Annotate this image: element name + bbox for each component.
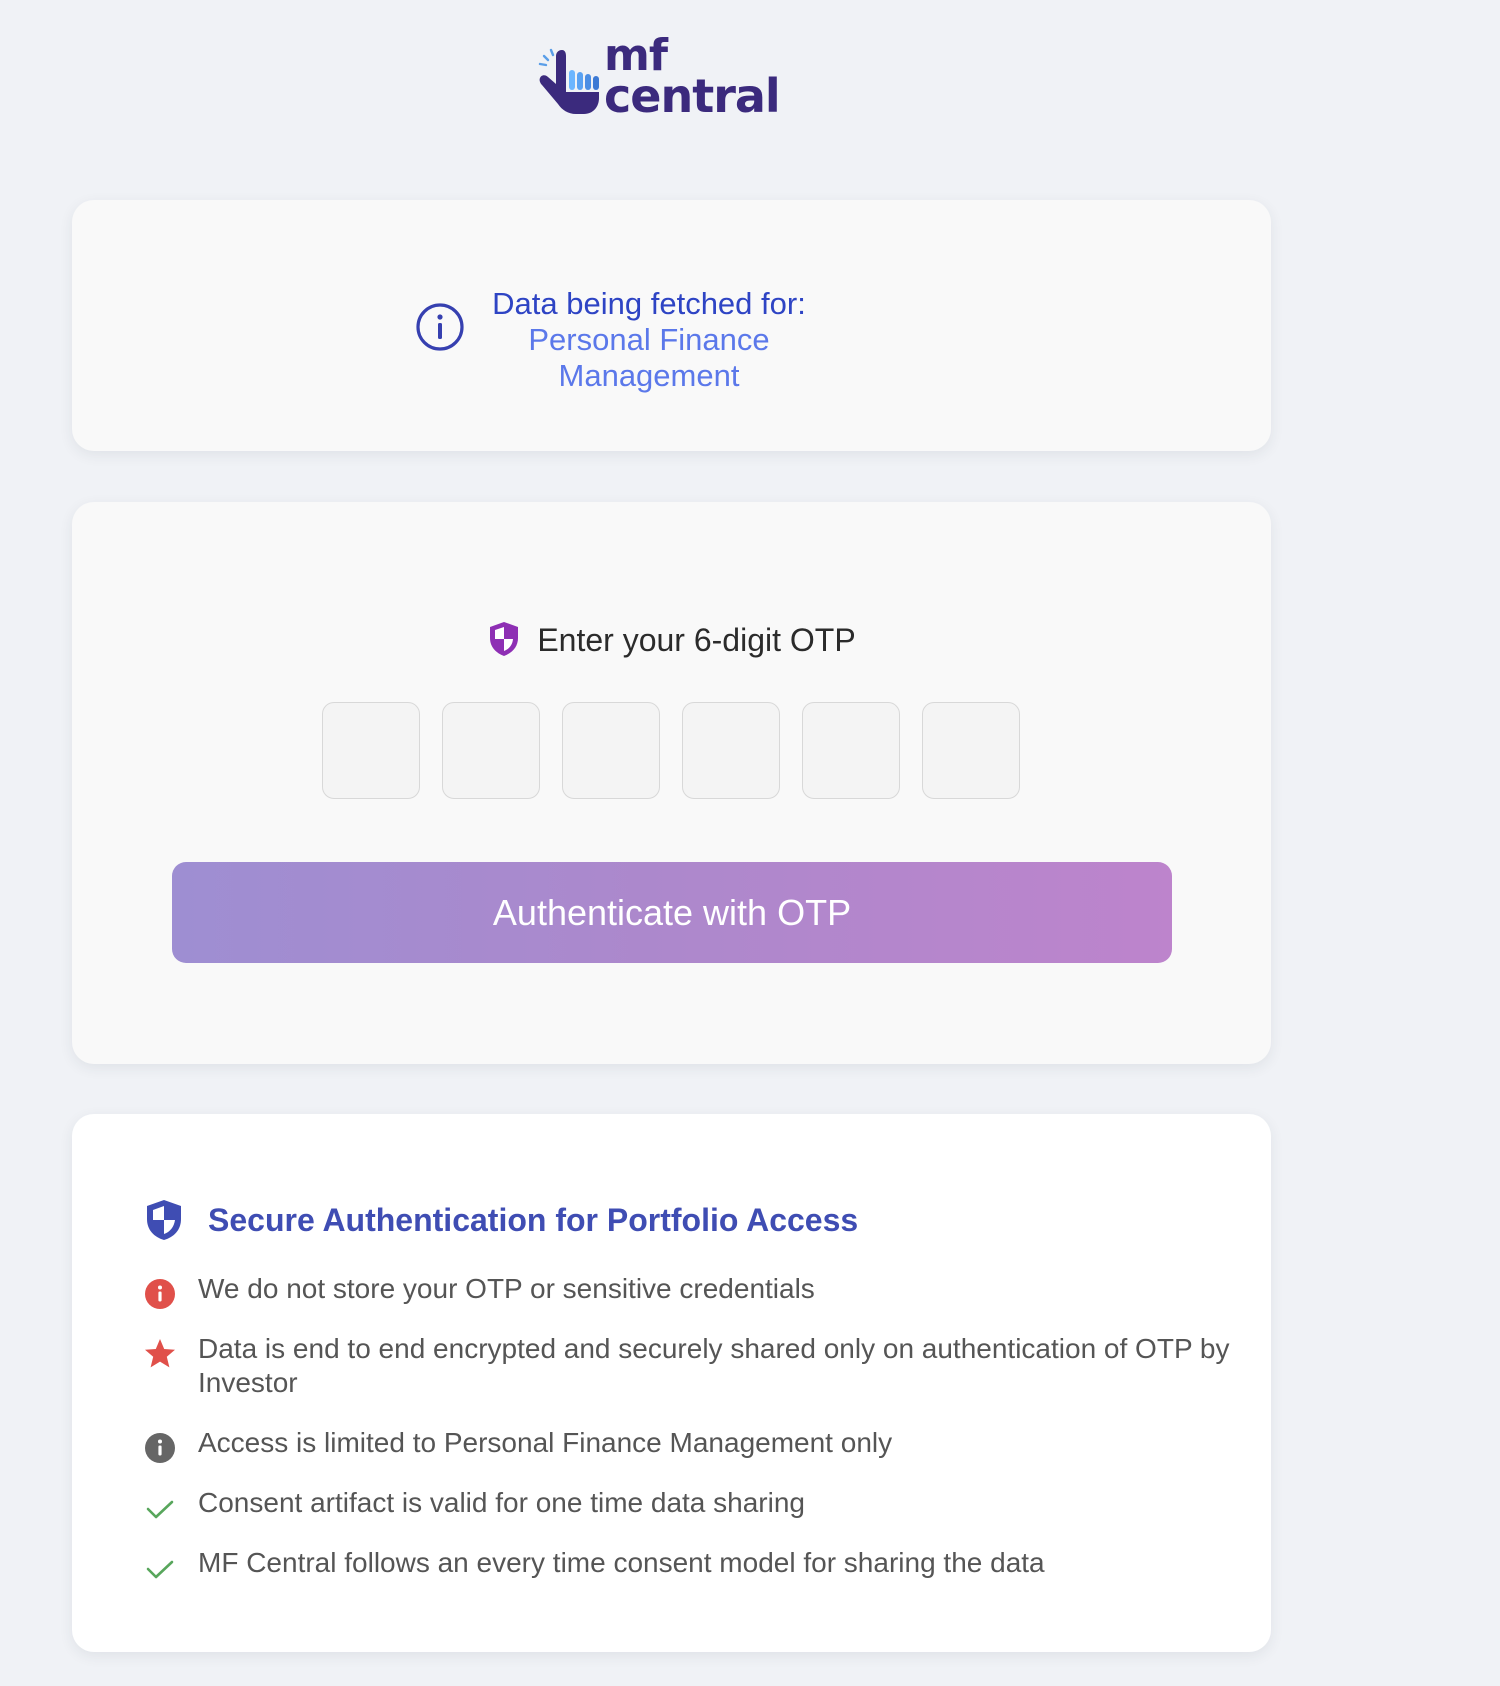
otp-digit-2[interactable]: [442, 702, 540, 799]
otp-input-group: [322, 702, 1022, 802]
security-info-list: We do not store your OTP or sensitive cr…: [144, 1272, 1244, 1606]
brand-name-line2: central: [604, 68, 781, 123]
brand-name: mf central: [604, 34, 781, 123]
security-info-title: Secure Authentication for Portfolio Acce…: [208, 1202, 859, 1238]
check-green-icon: [146, 1560, 174, 1579]
list-item-text: We do not store your OTP or sensitive cr…: [198, 1273, 815, 1304]
list-item-text: Consent artifact is valid for one time d…: [198, 1487, 805, 1518]
hand-logo-icon: [538, 48, 599, 114]
data-purpose-text: Data being fetched for: Personal Finance…: [479, 286, 819, 394]
list-item-text: MF Central follows an every time consent…: [198, 1547, 1045, 1578]
authenticate-otp-button[interactable]: Authenticate with OTP: [172, 862, 1172, 963]
list-item: Access is limited to Personal Finance Ma…: [144, 1426, 1244, 1463]
data-purpose-value: Personal Finance Management: [528, 322, 770, 393]
security-info-card: Secure Authentication for Portfolio Acce…: [72, 1114, 1271, 1652]
list-item-text: Access is limited to Personal Finance Ma…: [198, 1427, 893, 1458]
star-red-icon: [145, 1339, 175, 1368]
otp-digit-5[interactable]: [802, 702, 900, 799]
shield-icon: [147, 1200, 181, 1240]
otp-digit-1[interactable]: [322, 702, 420, 799]
otp-heading-text: Enter your 6-digit OTP: [537, 622, 856, 658]
shield-icon: [490, 622, 519, 656]
list-item: MF Central follows an every time consent…: [144, 1546, 1244, 1580]
otp-digit-6[interactable]: [922, 702, 1020, 799]
otp-digit-4[interactable]: [682, 702, 780, 799]
mf-central-logo: mf central: [536, 34, 781, 124]
list-item: Data is end to end encrypted and securel…: [144, 1332, 1244, 1400]
list-item: Consent artifact is valid for one time d…: [144, 1486, 1244, 1520]
otp-digit-3[interactable]: [562, 702, 660, 799]
list-item-text: Data is end to end encrypted and securel…: [198, 1333, 1230, 1398]
check-green-icon: [146, 1500, 174, 1519]
otp-heading: Enter your 6-digit OTP: [72, 620, 1271, 659]
info-icon: [416, 303, 464, 351]
otp-card: Enter your 6-digit OTP Authenticate with…: [72, 502, 1271, 1064]
data-purpose-label: Data being fetched for:: [492, 286, 806, 321]
data-purpose-card: Data being fetched for: Personal Finance…: [72, 200, 1271, 451]
info-circle-gray-icon: [145, 1433, 175, 1463]
info-circle-red-icon: [145, 1279, 175, 1309]
list-item: We do not store your OTP or sensitive cr…: [144, 1272, 1244, 1309]
